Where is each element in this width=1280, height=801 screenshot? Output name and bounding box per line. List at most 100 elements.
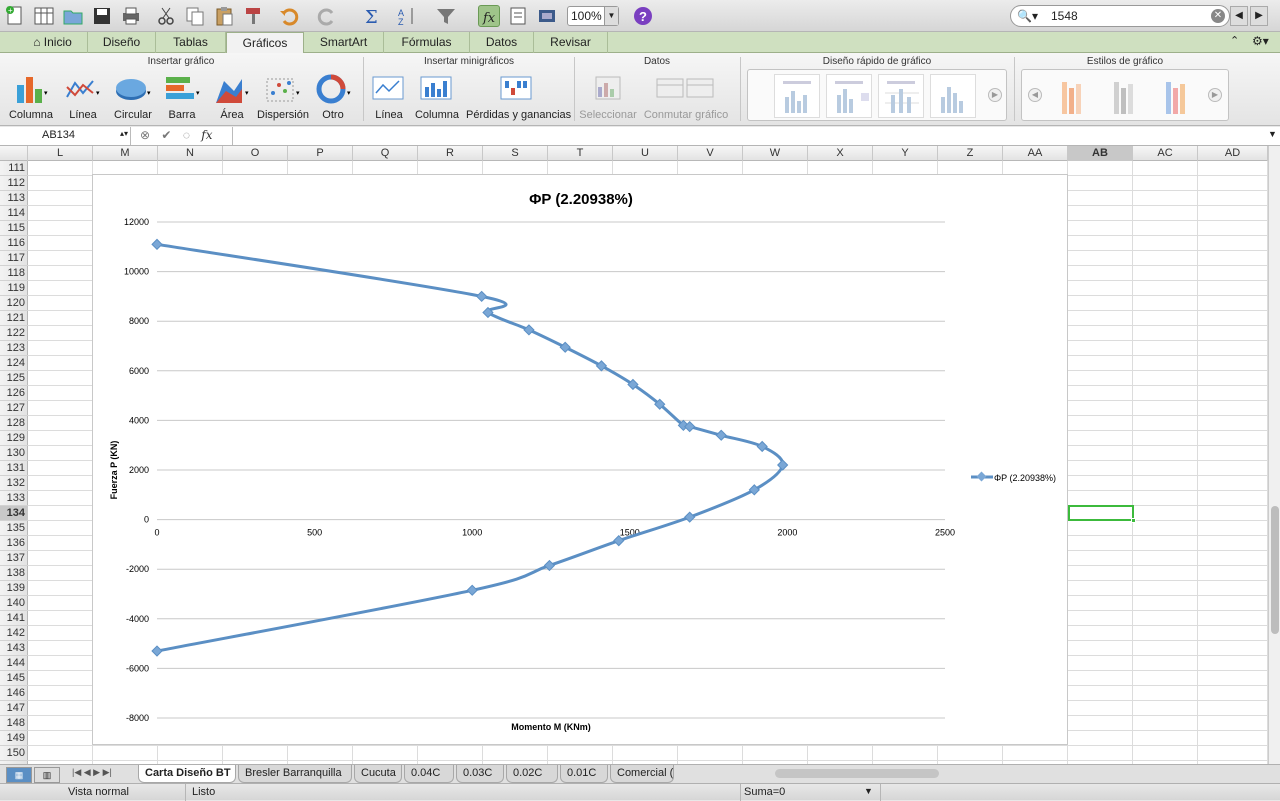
sum-display[interactable]: Suma=0 [744,786,785,798]
search-next-button[interactable]: ▶ [1250,6,1268,26]
column-header[interactable]: L [28,146,93,161]
fill-handle[interactable] [1131,518,1136,523]
row-header[interactable]: 149 [0,731,28,746]
row-header[interactable]: 143 [0,641,28,656]
style-thumb[interactable] [1102,74,1148,118]
copy-icon[interactable] [184,5,206,27]
sparkline-line-button[interactable]: Línea [368,73,410,121]
column-header[interactable]: V [678,146,743,161]
row-header[interactable]: 112 [0,176,28,191]
search-field[interactable]: 🔍▾ 1548 ✕ [1010,5,1230,27]
sort-icon[interactable]: AZ [397,5,419,27]
row-header[interactable]: 126 [0,386,28,401]
insert-bar-chart-button[interactable]: ▾ Barra [158,73,206,121]
row-header[interactable]: 133 [0,491,28,506]
column-header[interactable]: N [158,146,223,161]
row-header[interactable]: 132 [0,476,28,491]
search-prev-button[interactable]: ◀ [1230,6,1248,26]
column-header[interactable]: R [418,146,483,161]
sheet-tab[interactable]: 0.01C [560,765,608,783]
sheet-tab[interactable]: 0.02C [506,765,558,783]
style-thumb[interactable] [1154,74,1200,118]
name-box-stepper-icon[interactable]: ▴▾ [120,129,128,138]
tab-datos[interactable]: Datos [470,32,534,53]
save-icon[interactable] [91,5,113,27]
row-header[interactable]: 115 [0,221,28,236]
tab-inicio[interactable]: ⌂ Inicio [18,32,88,53]
row-header[interactable]: 138 [0,566,28,581]
vertical-scroll-thumb[interactable] [1271,506,1279,634]
column-header[interactable]: O [223,146,288,161]
row-header[interactable]: 142 [0,626,28,641]
collapse-ribbon-icon[interactable]: ⌃ [1230,34,1239,47]
tab-formulas[interactable]: Fórmulas [384,32,470,53]
sheet-tab[interactable]: Cucuta [354,765,402,783]
tab-graficos[interactable]: Gráficos [226,32,304,54]
name-box[interactable]: AB134 ▴▾ [0,127,131,145]
row-header[interactable]: 150 [0,746,28,761]
column-header[interactable]: AA [1003,146,1068,161]
chart-object[interactable]: 12000 10000 8000 6000 4000 2000 0 -2000 -4000 -60… [92,174,1068,745]
row-header[interactable]: 116 [0,236,28,251]
column-header[interactable]: AC [1133,146,1198,161]
column-header[interactable]: M [93,146,158,161]
help-icon[interactable]: ? [632,5,654,27]
gallery-next-icon[interactable]: ▶ [988,88,1002,102]
insert-pie-chart-button[interactable]: ▾ Circular [106,73,160,121]
row-header[interactable]: 141 [0,611,28,626]
horizontal-scroll-thumb[interactable] [775,769,939,778]
insert-line-chart-button[interactable]: ▾ Línea [58,73,108,121]
row-header[interactable]: 130 [0,446,28,461]
row-header[interactable]: 123 [0,341,28,356]
search-input[interactable]: 1548 [1051,9,1078,23]
sheet-tab[interactable]: Bresler Barranquilla [238,765,352,783]
row-header[interactable]: 111 [0,161,28,176]
sparkline-column-button[interactable]: Columna [414,73,460,121]
filter-icon[interactable] [435,5,457,27]
layout-thumb[interactable] [878,74,924,118]
layout-thumb[interactable] [930,74,976,118]
column-header[interactable]: Q [353,146,418,161]
row-header[interactable]: 134 [0,506,28,521]
row-header[interactable]: 122 [0,326,28,341]
templates-icon[interactable] [33,5,55,27]
row-header[interactable]: 127 [0,401,28,416]
row-header[interactable]: 118 [0,266,28,281]
cut-icon[interactable] [155,5,177,27]
undo-icon[interactable] [278,5,300,27]
row-header[interactable]: 136 [0,536,28,551]
switch-plot-button[interactable]: Conmutar gráfico [640,73,732,121]
tab-revisar[interactable]: Revisar [534,32,608,53]
selected-cell[interactable] [1068,505,1136,523]
sheet-tab[interactable]: Carta Diseño BT [138,765,236,783]
row-header[interactable]: 125 [0,371,28,386]
select-data-button[interactable]: Seleccionar [578,73,638,121]
sparkline-winloss-button[interactable]: Pérdidas y ganancias [466,73,571,121]
select-all-corner[interactable] [0,146,28,161]
tab-diseno[interactable]: Diseño [88,32,156,53]
column-header[interactable]: Y [873,146,938,161]
print-icon[interactable] [120,5,142,27]
row-header[interactable]: 139 [0,581,28,596]
sheet-tab[interactable]: 0.04C [404,765,454,783]
column-header[interactable]: AB [1068,146,1133,161]
row-header[interactable]: 117 [0,251,28,266]
new-icon[interactable]: + [4,5,26,27]
format-painter-icon[interactable] [242,5,264,27]
insert-column-chart-button[interactable]: ▾ Columna [6,73,56,121]
column-header[interactable]: Z [938,146,1003,161]
row-header[interactable]: 128 [0,416,28,431]
column-header[interactable]: X [808,146,873,161]
column-header[interactable]: U [613,146,678,161]
row-header[interactable]: 113 [0,191,28,206]
zoom-select[interactable]: 100% ▼ [567,6,619,26]
row-header[interactable]: 114 [0,206,28,221]
vertical-scrollbar[interactable] [1268,146,1280,764]
expand-formula-icon[interactable]: ▼ [1268,129,1277,139]
tab-smartart[interactable]: SmartArt [304,32,384,53]
gallery-icon[interactable] [536,5,558,27]
gear-icon[interactable]: ⚙▾ [1252,34,1269,48]
insert-function-button[interactable]: fx [201,128,212,142]
row-header[interactable]: 129 [0,431,28,446]
style-thumb[interactable] [1050,74,1096,118]
